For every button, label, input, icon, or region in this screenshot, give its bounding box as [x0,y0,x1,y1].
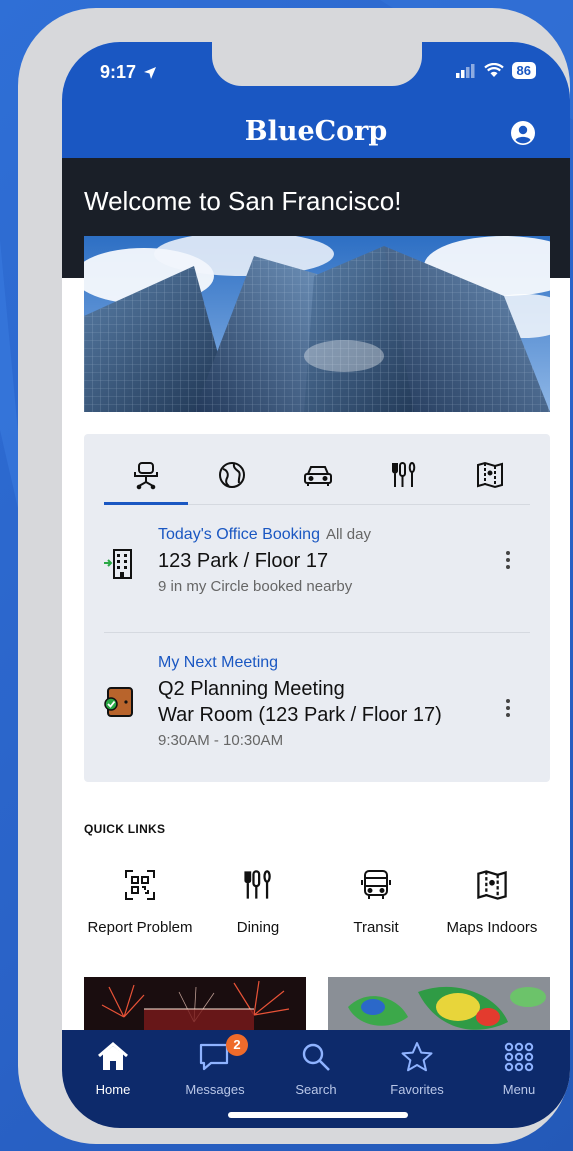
dining-icon [244,870,271,899]
status-bar: 9:17 86 [62,42,570,106]
office-building-icon [104,549,132,579]
map-icon [477,870,507,900]
today-card: Today's Office Booking All day 123 Park /… [84,434,550,782]
building-photo [84,236,550,412]
quick-link-transit[interactable]: Transit [316,868,436,938]
dining-icon [392,461,416,487]
tab-label: Favorites [390,1082,444,1097]
tab-messages[interactable]: 2 Messages [170,1034,260,1097]
quick-link-maps-indoors[interactable]: Maps Indoors [432,868,552,938]
grid-menu-icon [504,1042,534,1072]
quick-link-label: Transit [353,919,399,936]
map-icon [477,461,503,489]
tab-globe[interactable] [190,460,274,500]
quick-link-label: Maps Indoors [446,919,538,936]
weather-radar-thumbnail[interactable] [328,977,550,1037]
brand-title: BlueCorp [244,116,388,147]
app-header: BlueCorp [62,106,570,158]
quick-link-label: Report Problem [87,919,193,936]
battery-indicator: 86 [511,62,536,79]
search-icon [302,1043,330,1071]
star-icon [401,1042,433,1072]
booking-detail: 9 in my Circle booked nearby [158,578,353,595]
tab-favorites[interactable]: Favorites [372,1040,462,1097]
tab-parking[interactable] [276,460,360,500]
card-divider [104,632,530,633]
wifi-icon [483,63,504,77]
meeting-eyebrow: My Next Meeting [158,654,279,671]
home-icon [98,1042,128,1070]
category-tabs [104,452,530,505]
meeting-time: 9:30AM - 10:30AM [158,732,284,749]
phone-frame: 9:17 86 BlueCorp Welcome to San Francisc… [18,8,570,1144]
tab-workspace[interactable] [104,460,188,505]
booking-more-button[interactable] [504,548,512,572]
status-time: 9:17 [100,62,157,83]
desk-chair-icon [134,462,158,490]
messages-badge: 2 [226,1034,248,1056]
quick-link-dining[interactable]: Dining [198,868,318,938]
globe-icon [219,462,245,488]
tab-search[interactable]: Search [271,1040,361,1097]
tab-label: Search [295,1082,337,1097]
meeting-more-button[interactable] [504,696,512,720]
meeting-room: War Room (123 Park / Floor 17) [158,704,442,726]
home-indicator [228,1112,408,1118]
qr-code-icon [125,870,155,900]
profile-icon[interactable] [510,120,536,146]
meeting-title: Q2 Planning Meeting [158,678,345,700]
booking-when: All day [325,526,371,543]
tab-label: Menu [502,1082,536,1097]
location-arrow-icon [144,67,157,79]
booking-eyebrow-text: Today's Office Booking [158,526,320,543]
status-time-text: 9:17 [100,62,137,82]
phone-screen: 9:17 86 BlueCorp Welcome to San Francisc… [62,42,570,1128]
tab-maps[interactable] [448,460,532,500]
tab-dining[interactable] [362,460,446,500]
notch [212,42,422,86]
quick-link-report-problem[interactable]: Report Problem [80,868,200,938]
fireworks-thumbnail[interactable] [84,977,306,1037]
tab-label: Home [95,1082,131,1097]
tab-home[interactable]: Home [68,1040,158,1097]
bus-icon [361,870,391,899]
tab-label: Messages [185,1082,245,1097]
quick-link-label: Dining [236,919,280,936]
booking-eyebrow: Today's Office Booking All day [158,526,371,544]
tab-menu[interactable]: Menu [474,1040,564,1097]
quick-links-title: QUICK LINKS [84,822,166,836]
system-icons: 86 [455,62,536,79]
signal-icon [455,63,475,78]
car-icon [304,466,332,486]
booking-location: 123 Park / Floor 17 [158,550,329,572]
door-icon [104,687,133,717]
welcome-title: Welcome to San Francisco! [84,186,402,216]
